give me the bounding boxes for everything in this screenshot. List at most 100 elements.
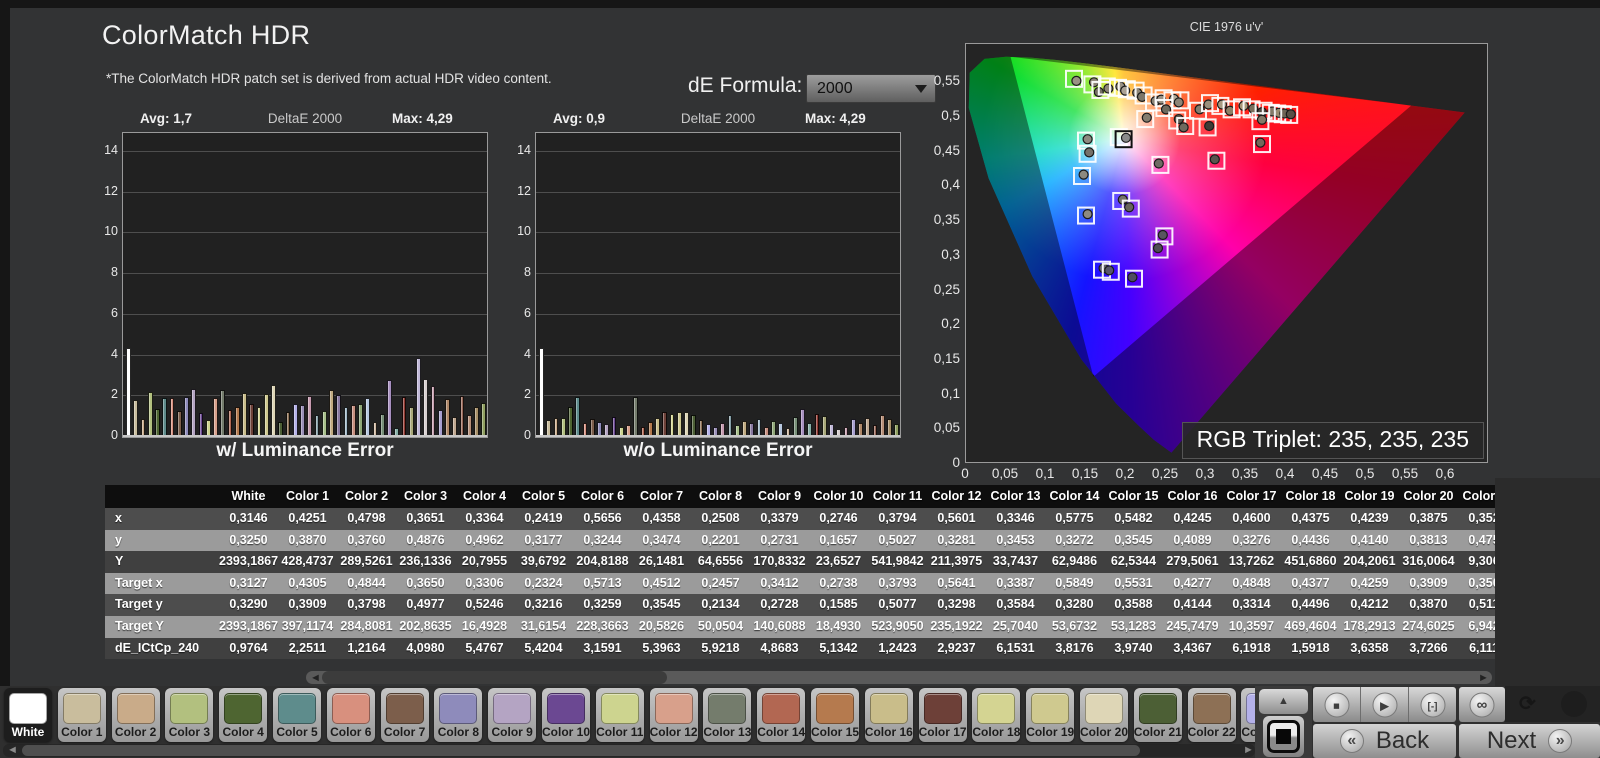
de-bar	[286, 412, 291, 435]
table-row-label: dE_ICtCp_240	[105, 638, 219, 659]
table-cell: 274,6025	[1399, 616, 1458, 638]
table-cell: 0,3650	[396, 573, 455, 595]
patch-label: White	[4, 725, 52, 739]
cie-ytick-label: 0,2	[920, 316, 960, 331]
de-bar	[583, 423, 588, 435]
table-cell: 0,1657	[809, 530, 868, 552]
table-cell: 0,3503	[1458, 573, 1495, 595]
table-cell: 0,4245	[1163, 508, 1222, 530]
table-cell: 13,7262	[1222, 551, 1281, 573]
measurement-table: WhiteColor 1Color 2Color 3Color 4Color 5…	[105, 485, 1495, 659]
de-bar	[851, 419, 856, 435]
patch-color-19[interactable]: Color 19	[1026, 688, 1074, 742]
patch-white[interactable]: White	[4, 688, 52, 742]
table-cell: 0,5027	[868, 530, 927, 552]
measured-point-marker	[1122, 133, 1131, 142]
patch-swatch	[170, 693, 208, 724]
patch-color-4[interactable]: Color 4	[219, 688, 267, 742]
patch-color-2[interactable]: Color 2	[112, 688, 160, 742]
back-button[interactable]: « Back	[1313, 724, 1456, 758]
de-bar	[155, 409, 160, 435]
collapse-panel-button[interactable]: ▲	[1259, 689, 1308, 714]
table-cell: 18,4930	[809, 616, 868, 638]
patch-label: Color 1	[58, 725, 106, 739]
patch-color-6[interactable]: Color 6	[327, 688, 375, 742]
patch-color-16[interactable]: Color 16	[865, 688, 913, 742]
patch-color-3[interactable]: Color 3	[165, 688, 213, 742]
patch-color-9[interactable]: Color 9	[488, 688, 536, 742]
patch-color-18[interactable]: Color 18	[972, 688, 1020, 742]
patch-color-22[interactable]: Color 22	[1188, 688, 1236, 742]
patch-hscrollbar-thumb[interactable]	[22, 745, 1140, 756]
patch-color-1[interactable]: Color 1	[58, 688, 106, 742]
table-cell: 0,3272	[1045, 530, 1104, 552]
chart-ytick-label: 0	[505, 428, 531, 442]
patch-color-21[interactable]: Color 21	[1134, 688, 1182, 742]
table-cell: 0,4512	[632, 573, 691, 595]
de-bar	[604, 424, 609, 435]
patch-color-14[interactable]: Color 14	[757, 688, 805, 742]
chart-baseline	[536, 435, 900, 437]
table-cell: 0,3584	[986, 594, 1045, 616]
table-scroll-left-icon[interactable]: ◄	[310, 671, 321, 685]
chart-ytick-label: 14	[505, 143, 531, 157]
table-cell: 0,3346	[986, 508, 1045, 530]
patch-color-11[interactable]: Color 11	[596, 688, 644, 742]
de-bar	[626, 425, 631, 435]
continuous-measure-button[interactable]: ∞	[1459, 687, 1505, 722]
patch-color-10[interactable]: Color 10	[542, 688, 590, 742]
table-cell: 0,2728	[750, 594, 809, 616]
de-bar	[474, 407, 479, 436]
patch-swatch	[1031, 693, 1069, 724]
de-bar	[691, 415, 696, 435]
table-cell: 0,2731	[750, 530, 809, 552]
patch-color-20[interactable]: Color 20	[1080, 688, 1128, 742]
table-right-filler	[1495, 478, 1600, 686]
table-cell: 0,5077	[868, 594, 927, 616]
single-measure-button[interactable]: [-]	[1409, 687, 1456, 722]
table-cell: 0,3909	[1399, 573, 1458, 595]
de-bar	[416, 358, 421, 435]
patch-label: Color 19	[1026, 725, 1074, 739]
table-hscrollbar-thumb[interactable]	[322, 671, 667, 684]
table-cell: 0,2201	[691, 530, 750, 552]
table-hscrollbar[interactable]: ◄ ►	[0, 671, 1600, 685]
table-row-label: Target x	[105, 573, 219, 595]
table-cell: 140,6088	[750, 616, 809, 638]
table-cell: 202,8635	[396, 616, 455, 638]
chart-max-label: Max: 4,29	[392, 111, 453, 129]
patch-color-13[interactable]: Color 13	[703, 688, 751, 742]
next-button[interactable]: Next »	[1459, 724, 1600, 758]
patch-color-15[interactable]: Color 15	[811, 688, 859, 742]
play-button[interactable]: ▶	[1361, 687, 1409, 722]
table-cell: 39,6792	[514, 551, 573, 573]
measured-point-marker	[1079, 170, 1088, 179]
table-cell: 20,7955	[455, 551, 514, 573]
patch-window-button[interactable]	[1263, 716, 1304, 757]
patch-scroll-left-icon[interactable]: ◄	[7, 744, 18, 757]
patch-scroll-right-icon[interactable]: ►	[1243, 744, 1254, 757]
gamut-dim-overlay	[969, 57, 1465, 453]
de-bar	[800, 409, 805, 435]
de-bar	[438, 410, 443, 435]
patch-color-17[interactable]: Color 17	[919, 688, 967, 742]
table-scroll-right-icon[interactable]: ►	[1478, 671, 1489, 685]
patch-color-8[interactable]: Color 8	[434, 688, 482, 742]
table-cell: 0,3524	[1458, 508, 1495, 530]
de-bar	[778, 423, 783, 435]
stop-button[interactable]: ■	[1313, 687, 1361, 722]
table-column-header: Color 13	[986, 485, 1045, 508]
de-bar	[307, 396, 312, 435]
table-cell: 0,3760	[337, 530, 396, 552]
table-cell: 0,9764	[219, 638, 278, 659]
back-button-label: Back	[1376, 727, 1429, 755]
table-cell: 0,3651	[396, 508, 455, 530]
de-formula-dropdown[interactable]: 2000	[806, 74, 936, 103]
patch-color-5[interactable]: Color 5	[273, 688, 321, 742]
refresh-icon: ⟳	[1519, 691, 1536, 716]
patch-color-12[interactable]: Color 12	[650, 688, 698, 742]
de-bar	[351, 405, 356, 435]
table-column-header: Color 15	[1104, 485, 1163, 508]
patch-color-7[interactable]: Color 7	[381, 688, 429, 742]
de-bar	[699, 420, 704, 435]
